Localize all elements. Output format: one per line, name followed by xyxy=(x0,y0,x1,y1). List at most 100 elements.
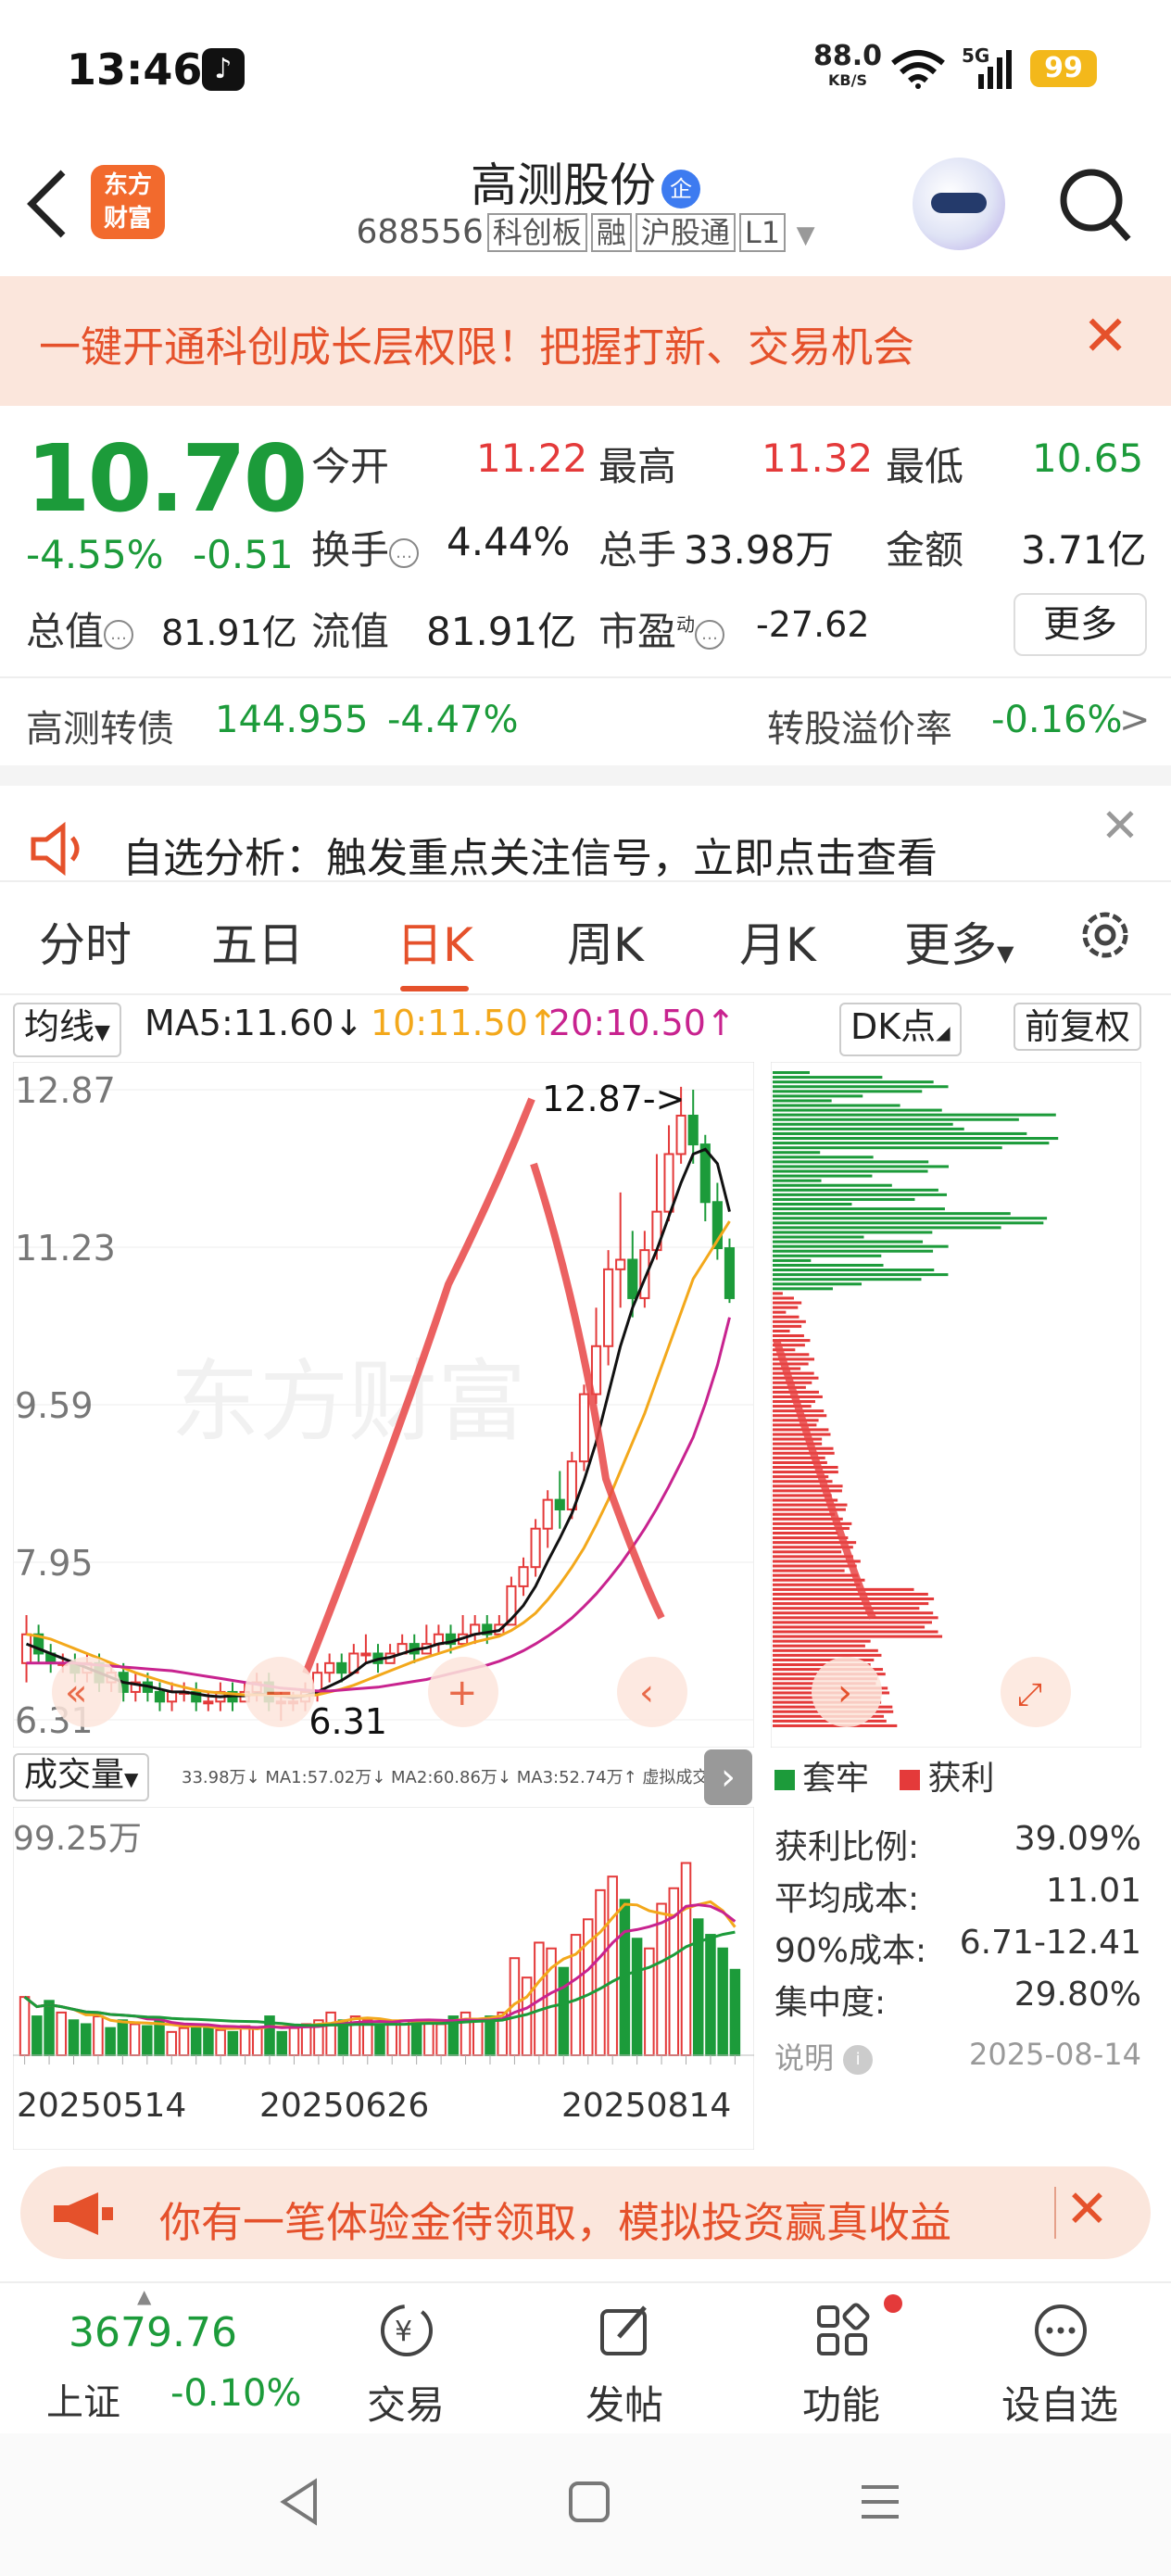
tab-intraday[interactable]: 分时 xyxy=(39,908,132,975)
chip-bar xyxy=(773,1446,834,1450)
tag-level: L1 xyxy=(738,213,787,252)
chevron-right-icon[interactable]: › xyxy=(704,1749,752,1805)
alert-close-icon[interactable]: ✕ xyxy=(1101,799,1140,852)
chip-bar xyxy=(773,1564,857,1568)
system-home-icon[interactable] xyxy=(567,2480,611,2524)
turnover-label-text: 换手 xyxy=(311,527,390,573)
banner-text: 一键开通科创成长层权限！把握打新、交易机会 xyxy=(39,322,915,372)
volume-chart[interactable]: 99.25万 20250514 20250626 20250814 xyxy=(13,1807,754,2150)
candle-body xyxy=(336,1661,347,1674)
chip-bar xyxy=(773,1113,1056,1117)
float-value: 81.91亿 xyxy=(426,609,577,654)
volume-label: 总手 xyxy=(598,527,677,573)
nav-post-label: 发帖 xyxy=(585,2382,663,2428)
system-nav-bar xyxy=(0,2433,1171,2576)
volume-bar xyxy=(190,2023,202,2057)
volume-bar xyxy=(215,2028,226,2056)
chip-bar xyxy=(773,1212,1011,1216)
chip-bar xyxy=(773,1644,865,1648)
chip-bar xyxy=(773,1471,838,1474)
volume-bar xyxy=(44,2000,55,2056)
chip-bar xyxy=(773,1263,884,1267)
chip-bar xyxy=(773,1127,964,1130)
chip-bar xyxy=(773,1433,831,1436)
index-value: 3679.76 xyxy=(69,2309,237,2356)
bond-change: -4.47% xyxy=(387,699,519,741)
volume-bar xyxy=(680,1862,692,2057)
volume-bar xyxy=(435,2023,447,2057)
divider xyxy=(0,676,1171,678)
chip-bar xyxy=(773,1226,1001,1230)
tab-five-day[interactable]: 五日 xyxy=(211,908,304,975)
candle-body xyxy=(324,1661,335,1674)
chip-bar xyxy=(773,1174,873,1178)
section-gap xyxy=(0,765,1171,786)
notification-dot xyxy=(884,2294,902,2313)
pe-value: -27.62 xyxy=(756,604,870,645)
mcap-label: 总值… xyxy=(26,600,134,657)
chip-bar xyxy=(773,1080,934,1084)
permission-banner[interactable]: 一键开通科创成长层权限！把握打新、交易机会 ✕ xyxy=(0,276,1171,406)
chip-bar xyxy=(773,1489,842,1493)
mcap-label-text: 总值 xyxy=(26,609,105,654)
volume-bar xyxy=(93,2015,104,2057)
tab-daily-k[interactable]: 日K xyxy=(397,908,473,975)
profit-ratio-label: 获利比例: xyxy=(774,1828,920,1866)
apps-grid-icon xyxy=(817,2303,870,2355)
volume-bar xyxy=(276,2030,287,2056)
chip-bar xyxy=(773,1169,928,1173)
active-tab-indicator xyxy=(400,986,469,991)
tab-monthly-k[interactable]: 月K xyxy=(739,908,816,975)
tab-weekly-k[interactable]: 周K xyxy=(567,908,644,975)
info-icon[interactable]: … xyxy=(104,619,134,650)
bond-name: 高测转债 xyxy=(26,708,174,751)
chip-bar xyxy=(773,1648,878,1652)
volume-bar xyxy=(300,2023,312,2057)
speaker-icon xyxy=(31,821,80,877)
banner-close-icon[interactable]: ✕ xyxy=(1082,304,1128,369)
volume-bar xyxy=(129,2023,141,2057)
volume-bar xyxy=(325,2011,336,2057)
system-menu-icon[interactable] xyxy=(858,2480,902,2524)
info-icon[interactable]: … xyxy=(389,537,420,568)
system-back-icon[interactable] xyxy=(278,2478,321,2526)
volume-bar xyxy=(423,2021,434,2057)
chip-note-button[interactable]: 说明 i xyxy=(774,2035,874,2077)
chip-bar xyxy=(773,1371,814,1375)
more-button[interactable]: 更多 xyxy=(1014,593,1147,656)
chip-bar xyxy=(773,1165,949,1168)
kline-chart[interactable]: 东方财富 12.8711.239.597.956.31 12.87-> 6.31… xyxy=(13,1062,754,1748)
chip-distribution-chart[interactable]: › ⤢ xyxy=(771,1062,1141,1748)
promo-close-icon[interactable]: ✕ xyxy=(1065,2179,1109,2240)
chip-bar xyxy=(773,1296,794,1300)
caret-down-icon: ▼ xyxy=(124,1768,139,1790)
candle-body xyxy=(20,1633,32,1664)
chip-bar xyxy=(773,1653,882,1657)
chip-bar xyxy=(773,1546,853,1549)
promo-banner[interactable]: 你有一笔体验金待领取，模拟投资赢真收益 ✕ xyxy=(20,2166,1151,2259)
tab-more[interactable]: 更多▼ xyxy=(904,908,1014,975)
dk-point-button[interactable]: DK点◢ xyxy=(839,1003,962,1056)
adjust-button[interactable]: 前复权 xyxy=(1014,1003,1142,1051)
divider xyxy=(0,880,1171,882)
info-icon[interactable]: … xyxy=(695,619,725,650)
chip-bar xyxy=(773,1090,923,1093)
chip-bar xyxy=(773,1555,853,1559)
indicator-selector[interactable]: 成交量▼ xyxy=(13,1753,150,1801)
high-label: 最高 xyxy=(598,444,677,489)
stock-code: 688556 xyxy=(356,213,484,251)
ma-selector[interactable]: 均线▼ xyxy=(13,1003,121,1057)
candle-body xyxy=(615,1258,626,1270)
candle-body xyxy=(675,1114,686,1155)
volume-bar xyxy=(288,2027,300,2056)
gear-icon[interactable] xyxy=(1075,904,1136,966)
ma5-value: MA5:11.60↓ xyxy=(145,1003,364,1043)
caret-up-icon: ▲ xyxy=(137,2285,152,2307)
edit-icon xyxy=(600,2305,647,2355)
nav-add-watchlist-label: 设自选 xyxy=(1001,2382,1118,2428)
caret-down-icon: ▼ xyxy=(997,941,1014,966)
chip-bar xyxy=(773,1197,915,1201)
yen-circle-icon: ¥ xyxy=(381,2305,433,2356)
corner-caret-icon: ◢ xyxy=(936,1021,951,1043)
search-icon[interactable] xyxy=(1058,165,1132,248)
